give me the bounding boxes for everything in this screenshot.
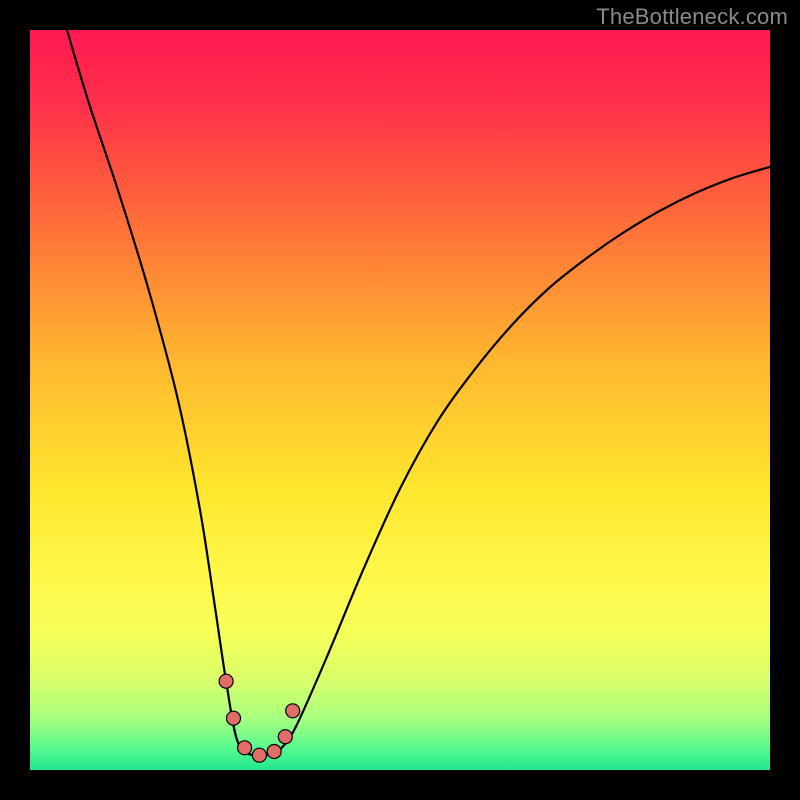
background-gradient — [30, 30, 770, 770]
watermark-text: TheBottleneck.com — [596, 4, 788, 30]
plot-area — [30, 30, 770, 770]
outer-frame: TheBottleneck.com — [0, 0, 800, 800]
